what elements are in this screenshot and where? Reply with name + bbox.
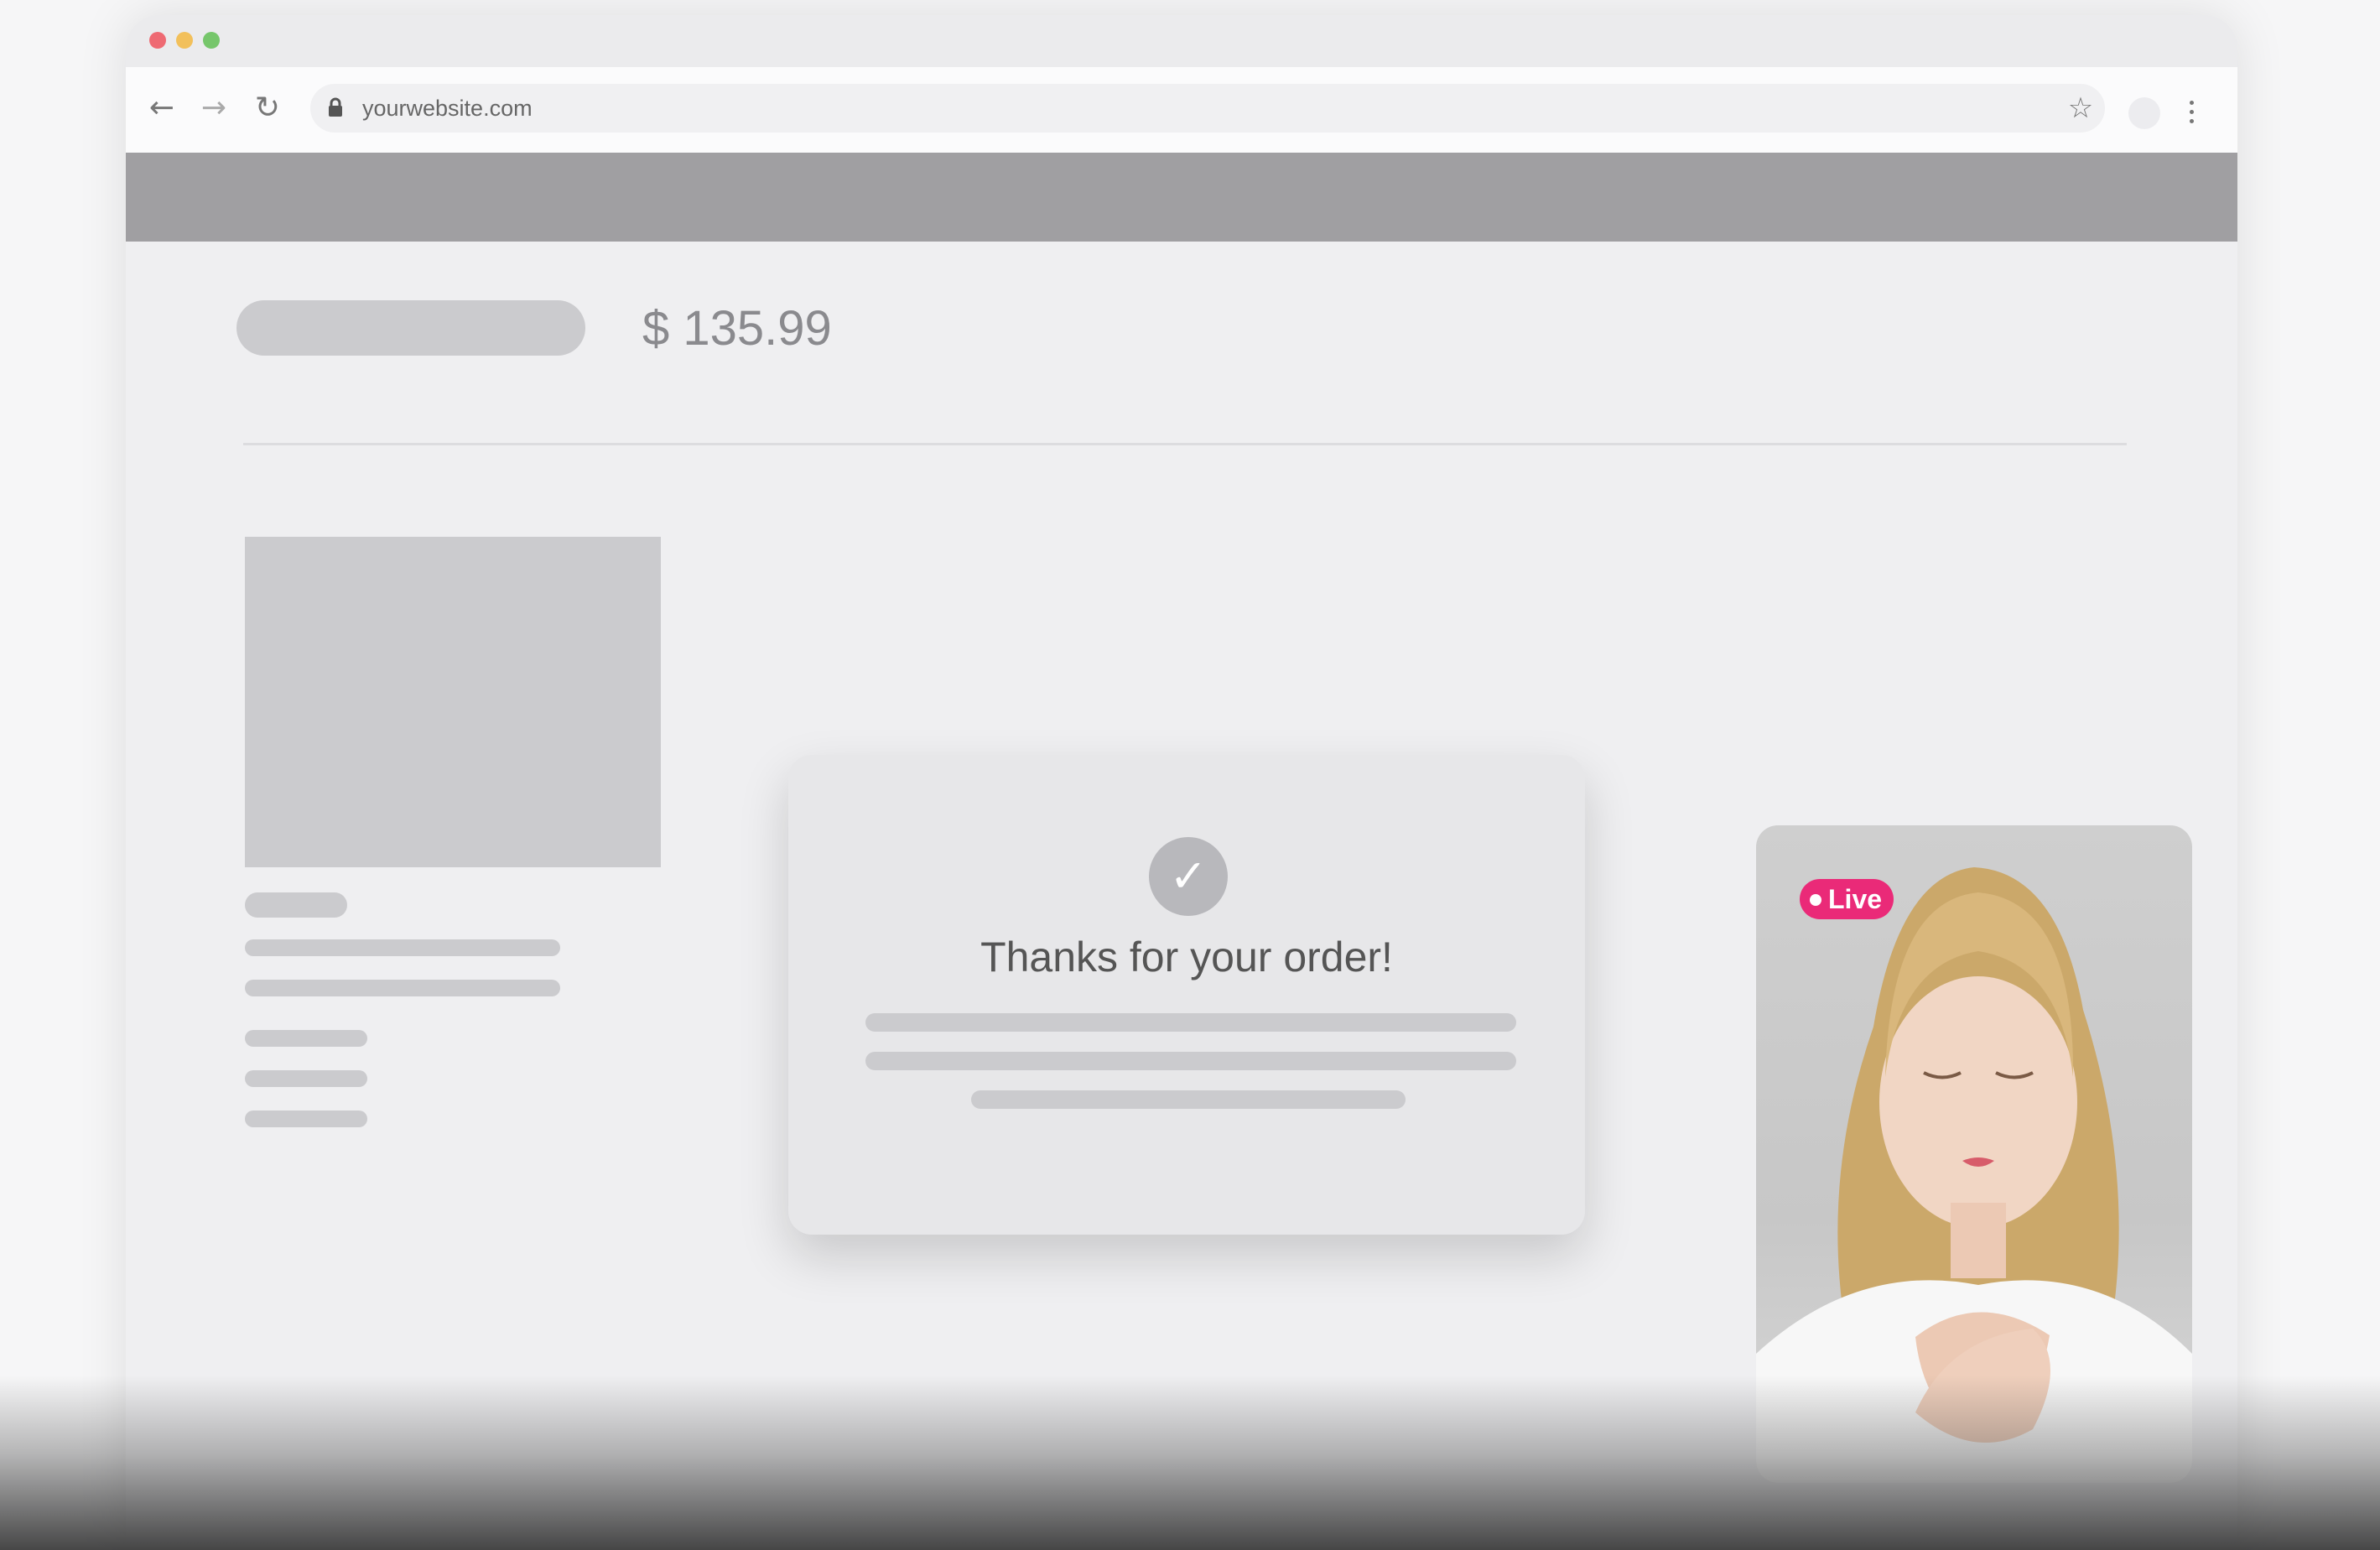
maximize-window-button[interactable]: [203, 32, 220, 49]
text-placeholder: [245, 980, 560, 996]
site-header: [126, 153, 2237, 242]
reload-icon[interactable]: ↻: [247, 87, 288, 129]
address-bar[interactable]: yourwebsite.com ☆: [310, 84, 2105, 133]
page-content: $ 135.99 ✓ Thanks for your order! Live: [126, 242, 2237, 1550]
checkmark-icon: ✓: [1149, 837, 1228, 916]
minimize-window-button[interactable]: [176, 32, 193, 49]
text-placeholder: [245, 892, 347, 918]
text-placeholder: [245, 939, 560, 956]
title-bar: [126, 15, 2237, 67]
text-placeholder: [971, 1090, 1406, 1109]
bottom-vignette: [0, 1376, 2380, 1550]
text-placeholder: [865, 1013, 1516, 1032]
live-dot-icon: [1810, 893, 1821, 906]
browser-toolbar: ← → ↻ yourwebsite.com ☆: [126, 67, 2237, 153]
divider: [243, 443, 2127, 445]
forward-arrow-icon[interactable]: →: [193, 87, 235, 129]
live-badge: Live: [1800, 879, 1894, 919]
order-confirmation-dialog: ✓ Thanks for your order!: [788, 755, 1585, 1235]
close-window-button[interactable]: [149, 32, 166, 49]
back-arrow-icon[interactable]: ←: [141, 87, 183, 129]
profile-avatar[interactable]: [2128, 97, 2160, 129]
text-placeholder: [245, 1110, 367, 1127]
kebab-menu-icon[interactable]: [2187, 101, 2196, 126]
browser-window: ← → ↻ yourwebsite.com ☆ $ 135.99 ✓ Thank…: [126, 15, 2237, 1550]
lock-icon: [329, 97, 342, 117]
product-price: $ 135.99: [642, 301, 832, 356]
confirmation-title: Thanks for your order!: [980, 934, 1393, 980]
text-placeholder: [865, 1052, 1516, 1070]
product-title-placeholder: [236, 300, 585, 356]
url-text: yourwebsite.com: [362, 96, 533, 121]
text-placeholder: [245, 1070, 367, 1087]
text-placeholder: [245, 1030, 367, 1047]
bookmark-star-icon[interactable]: ☆: [2061, 89, 2100, 127]
product-image-placeholder: [245, 537, 661, 867]
live-badge-label: Live: [1828, 884, 1883, 914]
